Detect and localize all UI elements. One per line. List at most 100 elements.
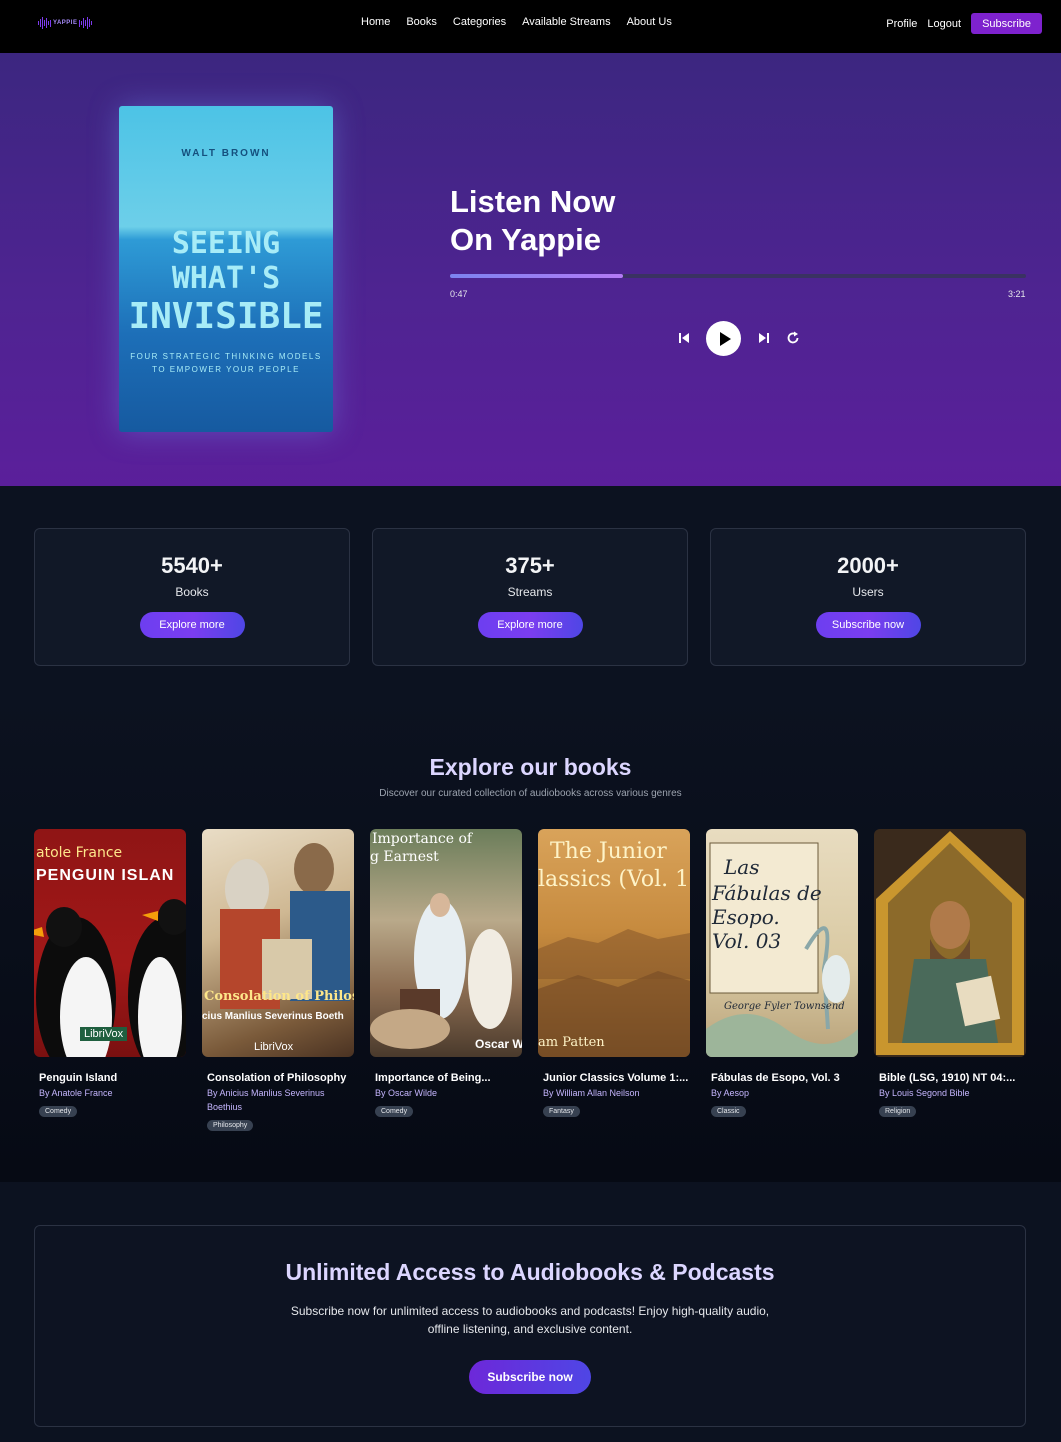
profile-link[interactable]: Profile bbox=[886, 18, 917, 30]
saint-icon-illustration bbox=[876, 831, 1024, 1055]
book-cover[interactable]: Importance of g Earnest Oscar W bbox=[370, 829, 522, 1057]
book-card[interactable]: Importance of g Earnest Oscar W Importan… bbox=[370, 829, 522, 1118]
cover-badge: LibriVox bbox=[254, 1041, 294, 1053]
stat-number: 5540+ bbox=[161, 553, 223, 578]
stat-card-streams: 375+ Streams Explore more bbox=[372, 528, 688, 666]
subscription-cta-section: Unlimited Access to Audiobooks & Podcast… bbox=[0, 1182, 1061, 1442]
playback-progress-bar[interactable] bbox=[450, 274, 1026, 278]
playback-progress-fill bbox=[450, 274, 623, 278]
cover-subtitle: FOUR STRATEGIC THINKING MODELS TO EMPOWE… bbox=[119, 350, 333, 376]
cover-text: cius Manlius Severinus Boeth bbox=[202, 1011, 344, 1022]
book-card[interactable]: Consolation of Philoso cius Manlius Seve… bbox=[202, 829, 354, 1132]
cover-text: Las bbox=[724, 855, 760, 879]
philosophers-illustration bbox=[220, 843, 350, 1009]
book-cover[interactable]: Las Fábulas de Esopo. Vol. 03 George Fyl… bbox=[706, 829, 858, 1057]
soundwave-icon bbox=[79, 15, 93, 31]
cta-subscribe-button[interactable]: Subscribe now bbox=[469, 1360, 591, 1394]
hero-title-line2: On Yappie bbox=[450, 222, 602, 257]
cover-subtitle-line2: TO EMPOWER YOUR PEOPLE bbox=[152, 365, 300, 374]
total-duration: 3:21 bbox=[1008, 289, 1026, 299]
cover-title-line1: SEEING bbox=[171, 226, 281, 261]
hero-title: Listen Now On Yappie bbox=[450, 183, 615, 259]
stat-card-books: 5540+ Books Explore more bbox=[34, 528, 350, 666]
book-author: By Louis Segond Bible bbox=[879, 1088, 970, 1098]
book-title[interactable]: Bible (LSG, 1910) NT 04:... bbox=[874, 1072, 1026, 1084]
book-author: By Oscar Wilde bbox=[375, 1088, 438, 1098]
book-cover[interactable]: atole France PENGUIN ISLAN LibriVox bbox=[34, 829, 186, 1057]
book-cover[interactable] bbox=[874, 829, 1026, 1057]
subscribe-now-button[interactable]: Subscribe now bbox=[815, 612, 921, 638]
stat-card-users: 2000+ Users Subscribe now bbox=[710, 528, 1026, 666]
stat-number: 375+ bbox=[505, 553, 555, 578]
cover-text: Esopo. bbox=[712, 905, 780, 929]
skip-back-icon[interactable] bbox=[677, 331, 691, 345]
cover-badge: am Patten bbox=[538, 1035, 605, 1050]
book-card[interactable]: Bible (LSG, 1910) NT 04:... By Louis Seg… bbox=[874, 829, 1026, 1118]
cover-title-line3: INVISIBLE bbox=[128, 296, 324, 337]
stat-label: Books bbox=[175, 585, 209, 599]
book-title[interactable]: Importance of Being... bbox=[370, 1072, 522, 1084]
genre-tag[interactable]: Philosophy bbox=[207, 1120, 254, 1131]
genre-tag[interactable]: Religion bbox=[879, 1106, 917, 1117]
genre-tag[interactable]: Fantasy bbox=[543, 1106, 580, 1117]
cover-subtitle-line1: FOUR STRATEGIC THINKING MODELS bbox=[130, 352, 322, 361]
hero-player: WALT BROWN SEEING WHAT'S INVISIBLE FOUR … bbox=[0, 53, 1061, 486]
section-subtitle: Discover our curated collection of audio… bbox=[379, 788, 682, 799]
cover-text: g Earnest bbox=[370, 849, 439, 865]
book-card[interactable]: Las Fábulas de Esopo. Vol. 03 George Fyl… bbox=[706, 829, 858, 1118]
book-title[interactable]: Junior Classics Volume 1:... bbox=[538, 1072, 690, 1084]
book-card[interactable]: The Junior lassics (Vol. 1 am Patten Jun… bbox=[538, 829, 690, 1118]
top-navbar: YAPPIE Home Books Categories Available S… bbox=[0, 0, 1061, 53]
stat-label: Streams bbox=[507, 585, 553, 599]
stat-number: 2000+ bbox=[837, 553, 899, 578]
book-card[interactable]: atole France PENGUIN ISLAN LibriVox Peng… bbox=[34, 829, 186, 1118]
nav-link-about-us[interactable]: About Us bbox=[627, 16, 672, 28]
subscription-cta-card: Unlimited Access to Audiobooks & Podcast… bbox=[34, 1225, 1026, 1427]
yappie-logo[interactable]: YAPPIE bbox=[38, 15, 108, 31]
nav-link-books[interactable]: Books bbox=[406, 16, 437, 28]
nav-link-home[interactable]: Home bbox=[361, 16, 390, 28]
book-author: By Anatole France bbox=[39, 1088, 113, 1098]
soundwave-icon bbox=[38, 15, 51, 31]
main-nav-links: Home Books Categories Available Streams … bbox=[361, 16, 672, 28]
nav-subscribe-button[interactable]: Subscribe bbox=[971, 13, 1042, 34]
cta-description: Subscribe now for unlimited access to au… bbox=[290, 1304, 770, 1336]
cover-badge: George Fyler Townsend bbox=[724, 1001, 845, 1012]
cover-text: Importance of bbox=[372, 831, 473, 847]
book-title[interactable]: Penguin Island bbox=[34, 1072, 186, 1084]
book-cover[interactable]: Consolation of Philoso cius Manlius Seve… bbox=[202, 829, 354, 1057]
explore-books-button[interactable]: Explore more bbox=[139, 612, 245, 638]
cover-text: atole France bbox=[36, 845, 123, 861]
logo-text: YAPPIE bbox=[53, 20, 78, 26]
hero-title-line1: Listen Now bbox=[450, 184, 616, 219]
book-title[interactable]: Consolation of Philosophy bbox=[202, 1072, 354, 1084]
book-author: By Aesop bbox=[711, 1088, 750, 1098]
section-title: Explore our books bbox=[429, 754, 632, 780]
nav-link-categories[interactable]: Categories bbox=[453, 16, 506, 28]
skip-forward-icon[interactable] bbox=[757, 331, 771, 345]
cover-text: PENGUIN ISLAN bbox=[36, 867, 175, 884]
stat-label: Users bbox=[852, 585, 884, 599]
cover-badge: LibriVox bbox=[80, 1027, 128, 1041]
cover-text: Vol. 03 bbox=[712, 929, 782, 953]
cover-text: The Junior bbox=[550, 839, 667, 864]
explore-streams-button[interactable]: Explore more bbox=[477, 612, 583, 638]
player-controls bbox=[677, 321, 802, 356]
victorian-scene-illustration bbox=[370, 893, 512, 1049]
logout-link[interactable]: Logout bbox=[927, 18, 961, 30]
cover-badge: Oscar W bbox=[475, 1037, 522, 1051]
nav-account-area: Profile Logout Subscribe bbox=[886, 13, 1042, 34]
nav-link-available-streams[interactable]: Available Streams bbox=[522, 16, 610, 28]
book-cover[interactable]: The Junior lassics (Vol. 1 am Patten bbox=[538, 829, 690, 1057]
genre-tag[interactable]: Comedy bbox=[375, 1106, 414, 1117]
book-title[interactable]: Fábulas de Esopo, Vol. 3 bbox=[706, 1072, 858, 1084]
genre-tag[interactable]: Classic bbox=[711, 1106, 746, 1117]
replay-icon[interactable] bbox=[785, 330, 801, 346]
genre-tag[interactable]: Comedy bbox=[39, 1106, 78, 1117]
now-playing-cover: WALT BROWN SEEING WHAT'S INVISIBLE FOUR … bbox=[119, 106, 333, 432]
cover-title-line2: WHAT'S bbox=[171, 261, 281, 296]
play-button[interactable] bbox=[706, 321, 741, 356]
play-icon bbox=[719, 331, 731, 346]
current-time: 0:47 bbox=[450, 289, 468, 299]
explore-books-section: Explore our books Discover our curated c… bbox=[0, 686, 1061, 1182]
